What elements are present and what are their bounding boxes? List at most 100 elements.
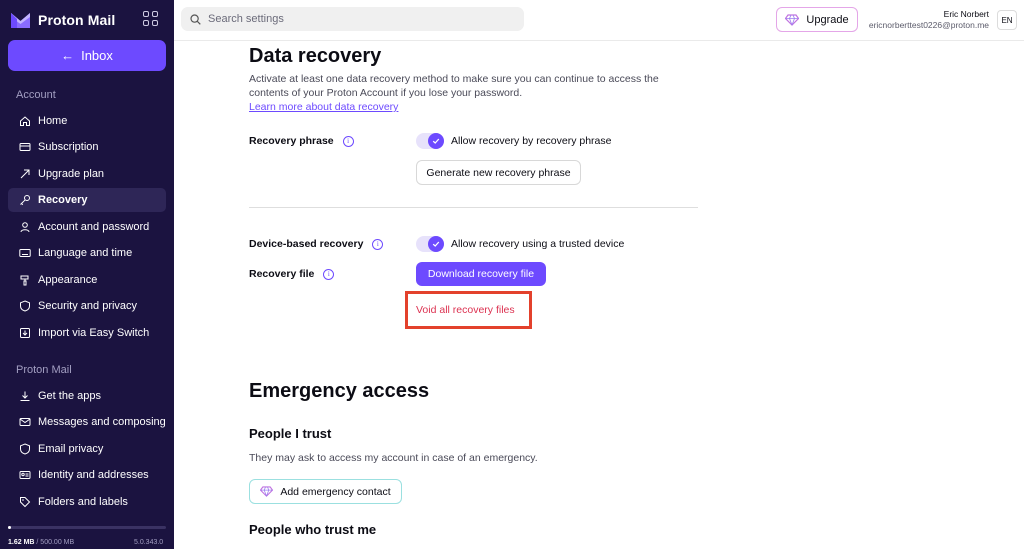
- device-recovery-row-label: Device-based recovery i: [249, 238, 384, 250]
- keyboard-icon: [19, 247, 31, 259]
- sidebar-item-label: Get the apps: [38, 390, 101, 402]
- id-card-icon: [19, 469, 31, 481]
- upgrade-button[interactable]: Upgrade: [776, 7, 858, 32]
- info-icon[interactable]: i: [323, 268, 335, 280]
- sidebar: Proton Mail ← Inbox Account Home Subscri…: [0, 0, 174, 549]
- info-icon[interactable]: i: [372, 238, 384, 250]
- sidebar-item-label: Email privacy: [38, 443, 104, 455]
- recovery-file-label: Recovery file: [249, 268, 315, 280]
- storage-progress-fill: [8, 526, 11, 529]
- recovery-file-row-label: Recovery file i: [249, 268, 335, 280]
- language-button[interactable]: EN: [997, 10, 1017, 30]
- recovery-phrase-row-label: Recovery phrase i: [249, 135, 354, 147]
- sidebar-item-get-the-apps[interactable]: Get the apps: [8, 384, 166, 408]
- app-switcher-icon[interactable]: [143, 11, 158, 26]
- user-icon: [19, 221, 31, 233]
- sidebar-item-label: Upgrade plan: [38, 168, 105, 180]
- sidebar-item-import-via-easy-switch[interactable]: Import via Easy Switch: [8, 321, 166, 345]
- emergency-access-title: Emergency access: [249, 380, 430, 402]
- section-label-proton-mail: Proton Mail: [16, 364, 72, 376]
- shield-icon: [19, 443, 31, 455]
- recovery-phrase-toggle[interactable]: [416, 133, 444, 149]
- add-emergency-contact-label: Add emergency contact: [280, 485, 391, 498]
- tag-icon: [19, 496, 31, 508]
- arrow-up-icon: [19, 168, 31, 180]
- proton-mail-logo-icon: [11, 13, 30, 28]
- brand-name: Proton Mail: [38, 12, 116, 28]
- device-recovery-toggle-row: Allow recovery using a trusted device: [416, 236, 624, 252]
- user-name[interactable]: Eric Norbert: [944, 9, 989, 19]
- add-emergency-contact-button[interactable]: Add emergency contact: [249, 479, 402, 504]
- sidebar-item-identity-and-addresses[interactable]: Identity and addresses: [8, 463, 166, 487]
- generate-recovery-phrase-button[interactable]: Generate new recovery phrase: [416, 160, 581, 185]
- device-recovery-toggle[interactable]: [416, 236, 444, 252]
- storage-progress-bar: [8, 526, 166, 529]
- sidebar-item-upgrade-plan[interactable]: Upgrade plan: [8, 162, 166, 186]
- search-icon: [190, 13, 201, 25]
- people-i-trust-description: They may ask to access my account in cas…: [249, 452, 538, 464]
- app-version: 5.0.343.0: [134, 539, 164, 546]
- search-input[interactable]: [208, 13, 508, 25]
- storage-used: 1.62 MB: [8, 539, 35, 546]
- sidebar-item-folders-and-labels[interactable]: Folders and labels: [8, 490, 166, 514]
- sidebar-item-appearance[interactable]: Appearance: [8, 268, 166, 292]
- settings-content: Data recovery Activate at least one data…: [174, 41, 1024, 549]
- sidebar-item-label: Subscription: [38, 141, 99, 153]
- sidebar-item-label: Appearance: [38, 274, 98, 286]
- home-icon: [19, 115, 31, 127]
- inbox-label: Inbox: [81, 48, 113, 63]
- sidebar-item-subscription[interactable]: Subscription: [8, 135, 166, 159]
- sidebar-item-label: Home: [38, 115, 68, 127]
- sidebar-item-label: Recovery: [38, 194, 88, 206]
- recovery-phrase-toggle-row: Allow recovery by recovery phrase: [416, 133, 611, 149]
- upgrade-label: Upgrade: [806, 13, 849, 26]
- import-icon: [19, 327, 31, 339]
- search-box[interactable]: [181, 7, 524, 31]
- download-icon: [19, 390, 31, 402]
- section-label-account: Account: [16, 89, 56, 101]
- people-who-trust-me-heading: People who trust me: [249, 522, 377, 537]
- sidebar-item-messages-and-composing[interactable]: Messages and composing: [8, 410, 166, 434]
- sidebar-item-language-and-time[interactable]: Language and time: [8, 241, 166, 265]
- device-recovery-toggle-label: Allow recovery using a trusted device: [451, 238, 625, 250]
- card-icon: [19, 141, 31, 153]
- info-icon[interactable]: i: [342, 135, 354, 147]
- shield-icon: [19, 300, 31, 312]
- brand-logo[interactable]: Proton Mail: [10, 9, 115, 31]
- sidebar-item-label: Identity and addresses: [38, 469, 149, 481]
- check-icon: [428, 236, 444, 252]
- void-recovery-files-link[interactable]: Void all recovery files: [416, 304, 515, 316]
- check-icon: [428, 133, 444, 149]
- sidebar-item-label: Import via Easy Switch: [38, 327, 150, 339]
- sidebar-item-home[interactable]: Home: [8, 109, 166, 133]
- sidebar-item-label: Folders and labels: [38, 496, 128, 508]
- data-recovery-description: Activate at least one data recovery meth…: [249, 73, 659, 99]
- sidebar-item-label: Messages and composing: [38, 416, 166, 428]
- diamond-icon: [785, 13, 800, 26]
- storage-usage: 1.62 MB / 500.00 MB: [8, 539, 74, 546]
- sidebar-item-account-and-password[interactable]: Account and password: [8, 215, 166, 239]
- envelope-icon: [19, 416, 31, 428]
- diamond-icon: [260, 486, 274, 497]
- sidebar-item-label: Security and privacy: [38, 300, 138, 312]
- download-recovery-file-button[interactable]: Download recovery file: [416, 262, 546, 286]
- people-i-trust-heading: People I trust: [249, 426, 332, 441]
- recovery-phrase-toggle-label: Allow recovery by recovery phrase: [451, 135, 612, 147]
- paint-icon: [19, 274, 31, 286]
- sidebar-item-security-and-privacy[interactable]: Security and privacy: [8, 294, 166, 318]
- sidebar-item-label: Language and time: [38, 247, 133, 259]
- arrow-left-icon: ←: [61, 48, 75, 63]
- data-recovery-title: Data recovery: [249, 45, 382, 67]
- storage-total: / 500.00 MB: [36, 539, 75, 546]
- key-icon: [19, 194, 31, 206]
- section-divider: [249, 207, 698, 208]
- device-recovery-label: Device-based recovery: [249, 238, 364, 250]
- user-email[interactable]: ericnorberttest0226@proton.me: [869, 20, 989, 30]
- top-bar: Upgrade Eric Norbert ericnorberttest0226…: [174, 0, 1024, 41]
- inbox-button[interactable]: ← Inbox: [8, 40, 166, 71]
- recovery-phrase-label: Recovery phrase: [249, 135, 334, 147]
- sidebar-item-label: Account and password: [38, 221, 150, 233]
- learn-more-link[interactable]: Learn more about data recovery: [249, 101, 398, 113]
- sidebar-item-recovery[interactable]: Recovery: [8, 188, 166, 212]
- sidebar-item-email-privacy[interactable]: Email privacy: [8, 437, 166, 461]
